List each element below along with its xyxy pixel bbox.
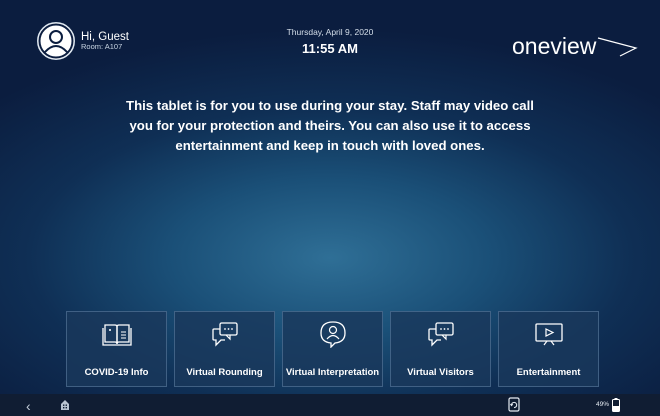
- tile-virtual-rounding[interactable]: Virtual Rounding: [174, 311, 275, 387]
- home-icon[interactable]: [60, 399, 70, 411]
- tile-virtual-interpretation[interactable]: Virtual Interpretation: [282, 311, 383, 387]
- tile-covid-info[interactable]: COVID-19 Info: [66, 311, 167, 387]
- home-screen: Hi, Guest Room: A107 Thursday, April 9, …: [0, 0, 660, 394]
- screen-rotate-icon[interactable]: [508, 397, 520, 412]
- chat-bubble-icon: [211, 322, 238, 347]
- battery-percent: 49%: [596, 401, 610, 408]
- interpreter-person-icon: [319, 321, 346, 348]
- oneview-logo: oneview: [510, 28, 640, 64]
- back-icon[interactable]: ‹: [26, 398, 31, 414]
- app-tiles: COVID-19 Info Virtual Rounding Virtual I…: [66, 311, 599, 387]
- system-nav-bar: ‹ 49%: [0, 394, 660, 416]
- tile-label: Entertainment: [516, 367, 581, 378]
- tile-label: Virtual Interpretation: [285, 367, 380, 378]
- battery-icon: [612, 398, 620, 412]
- covid-info-book-icon: [101, 324, 132, 346]
- tv-play-icon: [534, 323, 563, 346]
- tile-label: Virtual Visitors: [407, 367, 474, 378]
- tile-label: Virtual Rounding: [186, 367, 263, 378]
- welcome-message: This tablet is for you to use during you…: [126, 98, 534, 153]
- logo-text: oneview: [512, 33, 597, 59]
- tile-entertainment[interactable]: Entertainment: [498, 311, 599, 387]
- chat-bubble-icon: [427, 322, 454, 347]
- tile-virtual-visitors[interactable]: Virtual Visitors: [390, 311, 491, 387]
- tile-label: COVID-19 Info: [84, 367, 149, 378]
